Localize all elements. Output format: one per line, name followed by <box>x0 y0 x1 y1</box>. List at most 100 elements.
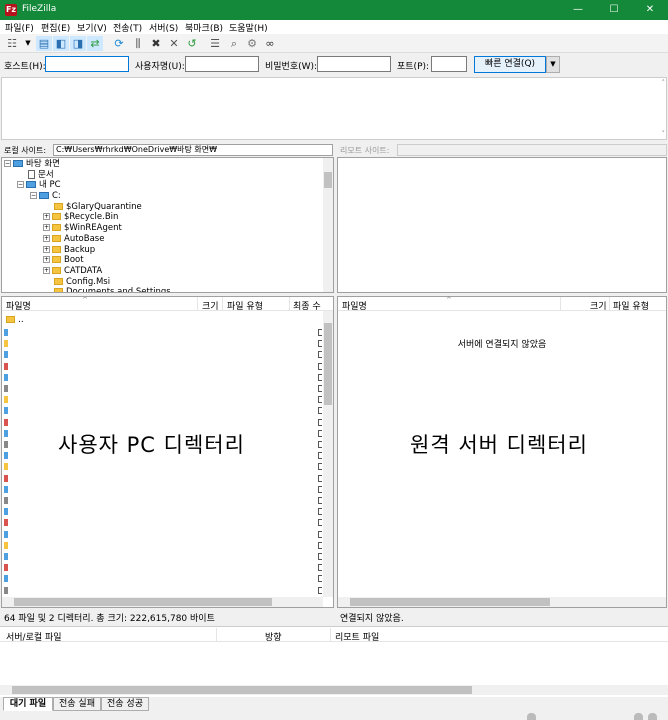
tree-item-label: C: <box>52 191 61 202</box>
message-log[interactable]: ˄ ˅ <box>1 77 667 140</box>
column-separator[interactable] <box>197 297 198 311</box>
toggle-log-icon[interactable]: ▤ <box>36 36 52 51</box>
file-row-date-fragment <box>318 407 322 415</box>
remote-files-hscrollbar[interactable] <box>338 597 666 607</box>
log-scroll-down-icon[interactable]: ˅ <box>662 130 666 138</box>
log-scroll-up-icon[interactable]: ˄ <box>662 79 666 87</box>
status-indicator-icon <box>527 713 536 720</box>
toggle-queue-icon[interactable]: ⇄ <box>87 36 103 51</box>
toggle-local-tree-icon[interactable]: ◧ <box>53 36 69 51</box>
tab-failed-transfers[interactable]: 전송 실패 <box>53 697 101 711</box>
local-col-size[interactable]: 크기 <box>202 299 219 312</box>
menu-view[interactable]: 보기(V) <box>77 21 107 34</box>
close-button[interactable]: ✕ <box>632 0 668 20</box>
menu-edit[interactable]: 편집(E) <box>41 21 70 34</box>
quickconnect-dropdown-icon[interactable]: ▼ <box>546 56 560 73</box>
remote-col-size[interactable]: 크기 <box>590 299 607 312</box>
tree-item[interactable]: + AutoBase <box>4 234 322 245</box>
username-input[interactable] <box>185 56 259 72</box>
queue-hscrollbar[interactable] <box>0 685 668 695</box>
column-separator[interactable] <box>222 297 223 311</box>
local-tree-scrollbar[interactable] <box>323 158 333 292</box>
host-input[interactable] <box>45 56 129 72</box>
tree-item[interactable]: + CATDATA <box>4 266 322 277</box>
queue-hthumb[interactable] <box>12 686 472 694</box>
column-separator[interactable] <box>560 297 561 311</box>
expand-icon[interactable]: + <box>43 266 50 274</box>
tab-queued-files[interactable]: 대기 파일 <box>3 697 53 711</box>
tree-item-label: $WinREAgent <box>64 223 122 234</box>
tree-item[interactable]: + $WinREAgent <box>4 223 322 234</box>
search-icon[interactable]: ⌕ <box>226 36 242 51</box>
local-files-hthumb[interactable] <box>14 598 272 606</box>
menu-transfer[interactable]: 전송(T) <box>113 21 142 34</box>
tree-item[interactable]: − 내 PC <box>4 180 322 191</box>
quickconnect-button[interactable]: 빠른 연결(Q) <box>474 56 546 73</box>
queue-col-file[interactable]: 서버/로컬 파일 <box>6 630 62 643</box>
tree-item[interactable]: − C: <box>4 191 322 202</box>
expand-icon[interactable]: + <box>43 213 50 221</box>
compare-icon[interactable]: ⚙ <box>244 36 260 51</box>
tree-item[interactable]: + $Recycle.Bin <box>4 212 322 223</box>
local-col-name[interactable]: 파일명 <box>6 299 31 312</box>
expand-icon[interactable]: + <box>43 234 50 242</box>
reconnect-icon[interactable]: ↺ <box>184 36 200 51</box>
port-input[interactable] <box>431 56 467 72</box>
column-separator[interactable] <box>216 628 217 642</box>
parent-directory-row[interactable]: .. <box>6 315 24 325</box>
local-files-vthumb[interactable] <box>324 323 332 405</box>
tree-item[interactable]: $GlaryQuarantine <box>4 202 322 213</box>
local-tree[interactable]: − 바탕 화면 문서 − 내 PC − C: $GlaryQuarantine + $Recycl… <box>1 157 334 293</box>
menu-server[interactable]: 서버(S) <box>149 21 178 34</box>
local-tree-scroll-thumb[interactable] <box>324 172 332 188</box>
menu-help[interactable]: 도움말(H) <box>229 21 268 34</box>
site-manager-icon[interactable]: ☷ <box>4 36 20 51</box>
remote-col-type[interactable]: 파일 유형 <box>613 299 649 312</box>
column-separator[interactable] <box>289 297 290 311</box>
refresh-icon[interactable]: ⟳ <box>111 36 127 51</box>
tree-item[interactable]: Config.Msi <box>4 277 322 288</box>
remote-files-hthumb[interactable] <box>350 598 550 606</box>
tree-item[interactable]: + Backup <box>4 245 322 256</box>
local-site-bar: 로컬 사이트: C:₩Users₩rhrkd₩OneDrive₩바탕 화면₩ <box>0 143 334 156</box>
collapse-icon[interactable]: − <box>17 181 24 189</box>
password-input[interactable] <box>317 56 391 72</box>
site-manager-dropdown-icon[interactable]: ▼ <box>20 36 36 51</box>
local-col-modified[interactable]: 최종 수 <box>293 299 321 312</box>
collapse-icon[interactable]: − <box>4 160 11 167</box>
column-separator[interactable] <box>330 628 331 642</box>
transfer-queue[interactable]: 서버/로컬 파일 방향 리모트 파일 <box>0 626 668 697</box>
local-files-hscrollbar[interactable] <box>2 597 323 607</box>
remote-path-input <box>397 144 667 156</box>
file-type-icon <box>4 530 8 538</box>
find-files-icon[interactable]: ∞ <box>262 36 278 51</box>
filter-icon[interactable]: ☰ <box>207 36 223 51</box>
menu-bookmarks[interactable]: 북마크(B) <box>185 21 223 34</box>
expand-icon[interactable]: + <box>43 224 50 232</box>
tab-successful-transfers[interactable]: 전송 성공 <box>101 697 149 711</box>
toggle-remote-tree-icon[interactable]: ◨ <box>70 36 86 51</box>
disconnect-icon[interactable]: ✕ <box>166 36 182 51</box>
maximize-button[interactable]: ☐ <box>596 0 632 20</box>
queue-col-remote[interactable]: 리모트 파일 <box>335 630 379 643</box>
queue-col-direction[interactable]: 방향 <box>265 630 282 643</box>
minimize-button[interactable]: — <box>560 0 596 20</box>
local-col-type[interactable]: 파일 유형 <box>227 299 263 312</box>
tree-item[interactable]: 문서 <box>4 169 322 181</box>
menu-file[interactable]: 파일(F) <box>5 21 34 34</box>
local-files-vscrollbar[interactable] <box>323 311 333 597</box>
tree-item-label: AutoBase <box>64 233 105 244</box>
cancel-icon[interactable]: ✖ <box>148 36 164 51</box>
process-queue-icon[interactable]: ⫼ <box>130 36 146 51</box>
expand-icon[interactable]: + <box>43 256 50 264</box>
column-separator[interactable] <box>609 297 610 311</box>
status-indicator-icon <box>634 713 643 720</box>
tree-item[interactable]: Documents and Settings <box>4 287 322 292</box>
collapse-icon[interactable]: − <box>30 192 37 200</box>
remote-tree[interactable] <box>337 157 667 293</box>
local-path-input[interactable]: C:₩Users₩rhrkd₩OneDrive₩바탕 화면₩ <box>53 144 333 156</box>
remote-col-name[interactable]: 파일명 <box>342 299 367 312</box>
tree-item[interactable]: − 바탕 화면 <box>4 159 322 170</box>
expand-icon[interactable]: + <box>43 245 50 253</box>
tree-item[interactable]: + Boot <box>4 255 322 266</box>
